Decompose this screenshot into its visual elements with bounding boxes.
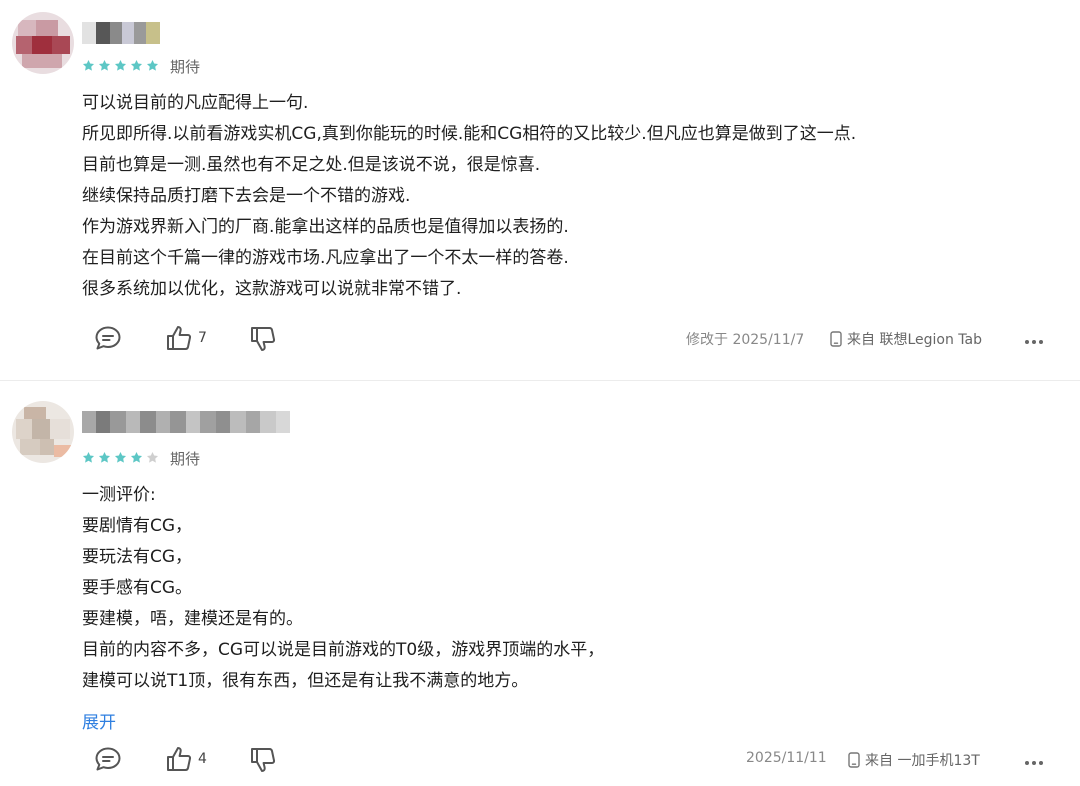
star-icon <box>130 451 143 463</box>
comment-button[interactable] <box>94 746 122 772</box>
thumbs-down-icon <box>251 327 276 351</box>
like-count: 7 <box>198 330 207 346</box>
review-line: 可以说目前的凡应配得上一句. <box>82 93 309 113</box>
comment-icon <box>95 326 121 350</box>
review-card: 期待 一测评价: 要剧情有CG， 要玩法有CG， 要手感有CG。 要建模，唔，建… <box>0 380 1080 786</box>
rating-tag: 期待 <box>170 58 201 76</box>
review-line: 要剧情有CG， <box>82 516 193 536</box>
review-actions: 7 修改于 2025/11/7 来自 联想Legion Tab <box>0 318 1080 358</box>
star-icon <box>82 451 95 463</box>
review-line: 建模可以说T1顶，很有东西，但还是有让我不满意的地方。 <box>82 671 529 691</box>
star-icon <box>82 59 95 71</box>
device-info: 来自 一加手机13T <box>848 750 980 770</box>
review-line: 在目前这个千篇一律的游戏市场.凡应拿出了一个不太一样的答卷. <box>82 248 569 268</box>
rating-tag: 期待 <box>170 450 201 468</box>
review-line: 作为游戏界新入门的厂商.能拿出这样的品质也是值得加以表扬的. <box>82 217 569 237</box>
review-line: 所见即所得.以前看游戏实机CG,真到你能玩的时候.能和CG相符的又比较少.但凡应… <box>82 124 857 144</box>
dislike-button[interactable] <box>250 747 276 773</box>
device-label: 来自 联想Legion Tab <box>847 332 982 348</box>
star-icon <box>98 59 111 71</box>
thumbs-down-icon <box>251 748 276 772</box>
username-blurred[interactable] <box>82 22 160 44</box>
username-blurred[interactable] <box>82 411 290 433</box>
review-line: 目前也算是一测.虽然也有不足之处.但是该说不说，很是惊喜. <box>82 155 541 175</box>
star-icon <box>114 59 127 71</box>
review-date: 修改于 2025/11/7 <box>686 332 805 348</box>
review-line: 目前的内容不多，CG可以说是目前游戏的T0级，游戏界顶端的水平， <box>82 640 605 660</box>
like-count: 4 <box>198 751 207 767</box>
review-line: 很多系统加以优化，这款游戏可以说就非常不错了. <box>82 279 462 299</box>
like-button[interactable]: 4 <box>166 746 207 772</box>
star-icon <box>98 451 111 463</box>
review-line: 继续保持品质打磨下去会是一个不错的游戏. <box>82 186 411 206</box>
comment-button[interactable] <box>94 325 122 351</box>
thumbs-up-icon <box>167 747 192 771</box>
star-rating <box>82 451 159 464</box>
star-icon <box>114 451 127 463</box>
thumbs-up-icon <box>167 326 192 350</box>
review-date: 2025/11/11 <box>746 750 827 766</box>
more-dots-icon <box>1025 761 1043 765</box>
star-icon <box>146 59 159 71</box>
phone-icon <box>848 752 860 768</box>
avatar[interactable] <box>12 401 74 463</box>
comment-icon <box>95 747 121 771</box>
star-icon <box>146 451 159 463</box>
expand-link[interactable]: 展开 <box>82 708 116 733</box>
like-button[interactable]: 7 <box>166 325 207 351</box>
review-line: 要建模，唔，建模还是有的。 <box>82 609 303 629</box>
more-button[interactable] <box>1024 330 1044 349</box>
review-text: 一测评价: 要剧情有CG， 要玩法有CG， 要手感有CG。 要建模，唔，建模还是… <box>82 480 1042 697</box>
review-actions: 4 2025/11/11 来自 一加手机13T <box>0 739 1080 779</box>
review-card: 期待 可以说目前的凡应配得上一句. 所见即所得.以前看游戏实机CG,真到你能玩的… <box>0 0 1080 380</box>
dislike-button[interactable] <box>250 326 276 352</box>
review-line: 一测评价: <box>82 485 156 505</box>
review-text: 可以说目前的凡应配得上一句. 所见即所得.以前看游戏实机CG,真到你能玩的时候.… <box>82 88 1042 305</box>
phone-icon <box>830 331 842 347</box>
review-line: 要玩法有CG， <box>82 547 193 567</box>
more-button[interactable] <box>1024 751 1044 770</box>
star-icon <box>130 59 143 71</box>
review-line: 要手感有CG。 <box>82 578 193 598</box>
device-label: 来自 一加手机13T <box>865 753 980 769</box>
more-dots-icon <box>1025 340 1043 344</box>
star-rating <box>82 59 159 72</box>
avatar[interactable] <box>12 12 74 74</box>
device-info: 来自 联想Legion Tab <box>830 329 982 349</box>
